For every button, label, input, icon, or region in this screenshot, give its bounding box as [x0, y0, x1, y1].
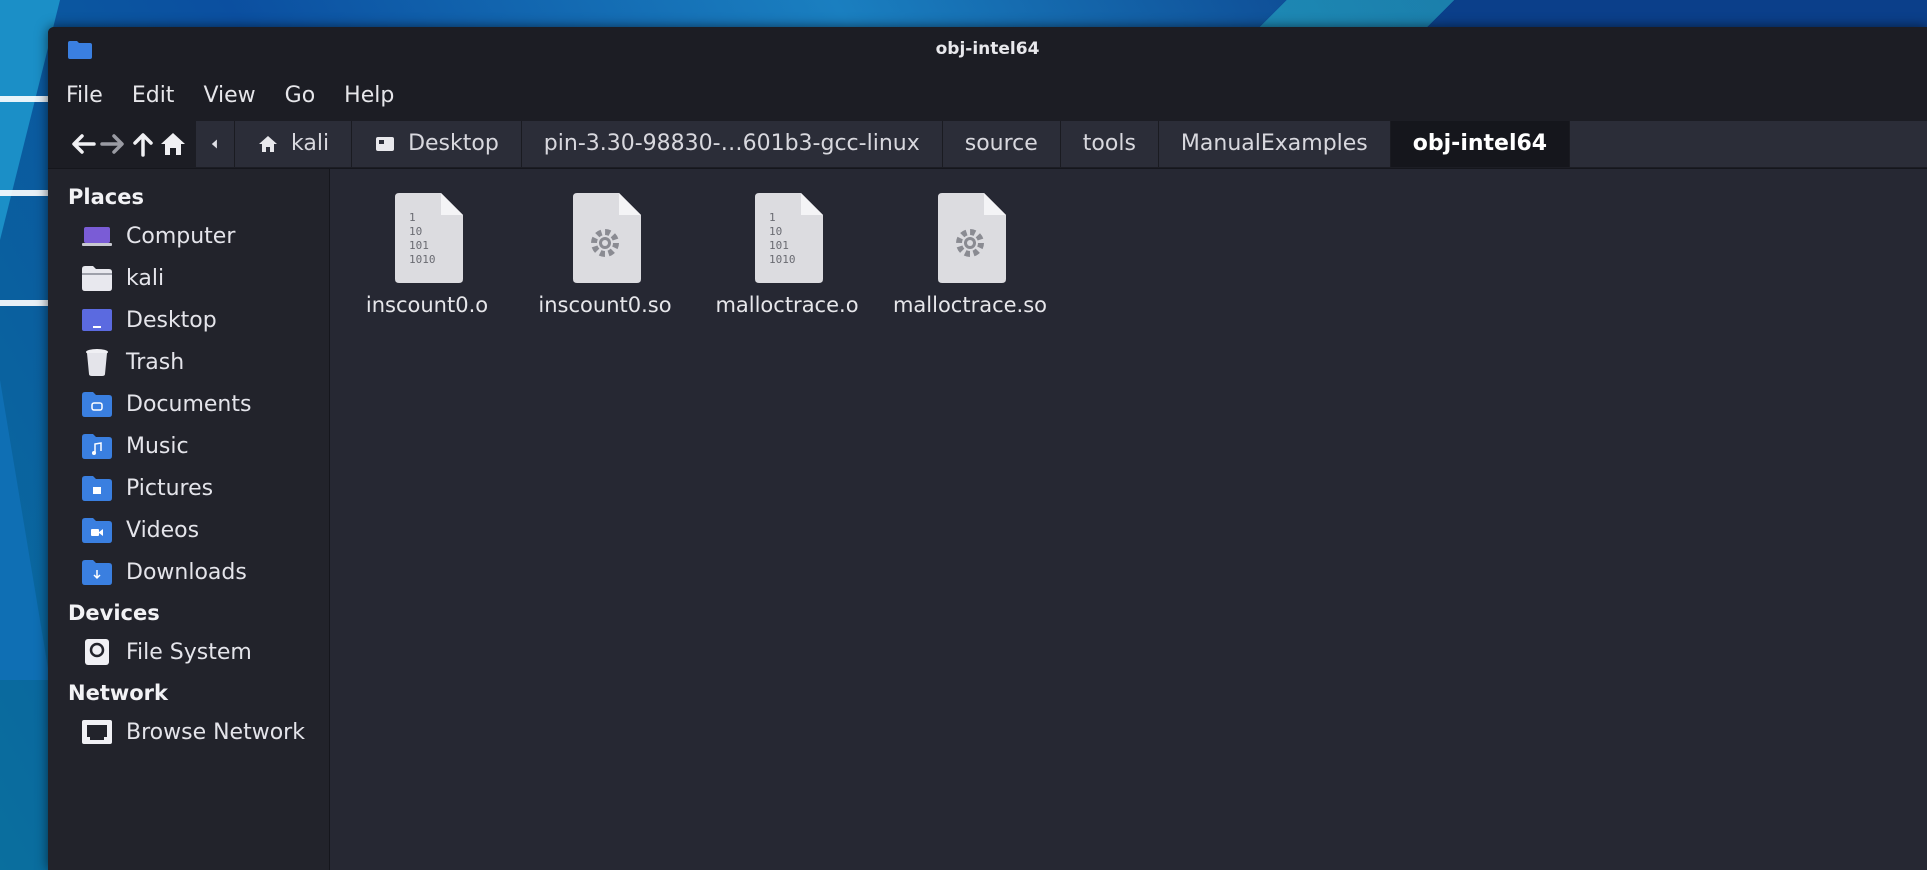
- breadcrumb-label: tools: [1082, 131, 1136, 156]
- menu-help[interactable]: Help: [344, 83, 394, 108]
- caret-left-icon: [211, 139, 217, 148]
- svg-text:10: 10: [409, 225, 422, 238]
- file-name: malloctrace.o: [715, 293, 859, 317]
- home-folder-icon: [82, 266, 112, 291]
- documents-folder-icon: [82, 392, 112, 417]
- sidebar-item-label: Documents: [126, 391, 252, 417]
- svg-text:1010: 1010: [769, 253, 796, 266]
- svg-text:1010: 1010: [409, 253, 436, 266]
- file-name: malloctrace.so: [892, 293, 1048, 317]
- breadcrumb-source[interactable]: source: [942, 120, 1061, 167]
- sidebar: Places Computer kali Desktop Trash Docum…: [48, 169, 330, 870]
- sidebar-section-devices: Devices: [68, 601, 160, 625]
- breadcrumb-pin[interactable]: pin-3.30-98830-…601b3-gcc-linux: [521, 120, 943, 167]
- sidebar-item-browse-network[interactable]: Browse Network: [48, 711, 329, 753]
- file-item[interactable]: malloctrace.so: [885, 193, 1055, 317]
- sidebar-item-label: Videos: [126, 517, 200, 543]
- sidebar-item-label: Trash: [126, 349, 185, 375]
- downloads-folder-icon: [82, 560, 112, 585]
- sidebar-item-label: Computer: [126, 223, 236, 249]
- file-name: inscount0.o: [365, 293, 489, 317]
- breadcrumb-scroll-left[interactable]: [196, 120, 235, 167]
- breadcrumb-manualexamples[interactable]: ManualExamples: [1158, 120, 1391, 167]
- toolbar: kali Desktop pin-3.30-98830-…601b3-gcc-l…: [48, 119, 1927, 169]
- breadcrumb-label: obj-intel64: [1412, 131, 1548, 156]
- sidebar-item-videos[interactable]: Videos: [48, 509, 329, 551]
- home-icon: [259, 135, 277, 152]
- shared-library-icon: [938, 193, 1006, 283]
- breadcrumb-desktop[interactable]: Desktop: [352, 120, 522, 167]
- svg-text:1: 1: [409, 211, 416, 224]
- breadcrumb-obj-intel64[interactable]: obj-intel64: [1390, 120, 1571, 167]
- breadcrumb-label: pin-3.30-98830-…601b3-gcc-linux: [543, 131, 920, 156]
- sidebar-item-filesystem[interactable]: File System: [48, 631, 329, 673]
- sidebar-item-label: Pictures: [126, 475, 214, 501]
- laptop-icon: [82, 227, 112, 246]
- binary-file-icon: 1 10 101 1010: [755, 193, 823, 283]
- sidebar-item-music[interactable]: Music: [48, 425, 329, 467]
- arrow-left-icon: [72, 133, 96, 154]
- sidebar-item-label: Downloads: [126, 559, 247, 585]
- arrow-right-icon: [100, 133, 124, 154]
- title-bar[interactable]: obj-intel64: [48, 27, 1927, 71]
- sidebar-item-computer[interactable]: Computer: [48, 215, 329, 257]
- svg-text:10: 10: [769, 225, 782, 238]
- main-content: Places Computer kali Desktop Trash Docum…: [48, 169, 1927, 870]
- sidebar-item-label: File System: [126, 639, 252, 665]
- back-button[interactable]: [68, 124, 98, 164]
- svg-text:101: 101: [769, 239, 789, 252]
- menu-go[interactable]: Go: [285, 83, 316, 108]
- file-item[interactable]: 1 10 101 1010 malloctrace.o: [702, 193, 872, 317]
- sidebar-item-label: kali: [126, 265, 165, 291]
- sidebar-item-kali[interactable]: kali: [48, 257, 329, 299]
- file-item[interactable]: 1 10 101 1010 inscount0.o: [342, 193, 512, 317]
- sidebar-section-places: Places: [68, 185, 144, 209]
- menu-file[interactable]: File: [66, 83, 103, 108]
- breadcrumb: kali Desktop pin-3.30-98830-…601b3-gcc-l…: [196, 120, 1927, 167]
- sidebar-item-trash[interactable]: Trash: [48, 341, 329, 383]
- sidebar-section-network: Network: [68, 681, 169, 705]
- forward-button[interactable]: [98, 124, 128, 164]
- desktop-icon: [82, 309, 112, 331]
- home-icon: [161, 132, 185, 155]
- breadcrumb-label: ManualExamples: [1180, 131, 1368, 156]
- desktop-icon: [376, 136, 395, 151]
- folder-icon: [68, 41, 92, 59]
- breadcrumb-filler: [1570, 120, 1927, 167]
- drive-icon: [85, 639, 109, 665]
- menu-view[interactable]: View: [203, 83, 255, 108]
- trash-icon: [86, 349, 108, 376]
- sidebar-item-documents[interactable]: Documents: [48, 383, 329, 425]
- sidebar-item-downloads[interactable]: Downloads: [48, 551, 329, 593]
- menu-edit[interactable]: Edit: [132, 83, 175, 108]
- wallpaper-shape: [0, 380, 50, 680]
- music-folder-icon: [82, 434, 112, 459]
- sidebar-item-label: Music: [126, 433, 189, 459]
- up-button[interactable]: [128, 124, 158, 164]
- file-name: inscount0.so: [538, 293, 672, 317]
- file-manager-window: obj-intel64 File Edit View Go Help kali: [48, 27, 1927, 870]
- file-item[interactable]: inscount0.so: [520, 193, 690, 317]
- breadcrumb-label: kali: [291, 131, 330, 156]
- file-view[interactable]: 1 10 101 1010 inscount0.o inscount0.so 1…: [330, 169, 1927, 870]
- home-button[interactable]: [158, 124, 188, 164]
- network-icon: [82, 720, 112, 744]
- menu-bar: File Edit View Go Help: [48, 71, 1927, 119]
- sidebar-item-label: Desktop: [126, 307, 217, 333]
- sidebar-item-pictures[interactable]: Pictures: [48, 467, 329, 509]
- videos-folder-icon: [82, 518, 112, 543]
- sidebar-item-label: Browse Network: [126, 719, 305, 745]
- svg-text:101: 101: [409, 239, 429, 252]
- breadcrumb-label: source: [964, 131, 1038, 156]
- pictures-folder-icon: [82, 476, 112, 501]
- binary-file-icon: 1 10 101 1010: [395, 193, 463, 283]
- arrow-up-icon: [133, 132, 153, 157]
- shared-library-icon: [573, 193, 641, 283]
- svg-text:1: 1: [769, 211, 776, 224]
- window-title: obj-intel64: [935, 39, 1040, 59]
- breadcrumb-label: Desktop: [408, 131, 499, 156]
- breadcrumb-tools[interactable]: tools: [1060, 120, 1159, 167]
- sidebar-item-desktop[interactable]: Desktop: [48, 299, 329, 341]
- breadcrumb-kali[interactable]: kali: [235, 120, 353, 167]
